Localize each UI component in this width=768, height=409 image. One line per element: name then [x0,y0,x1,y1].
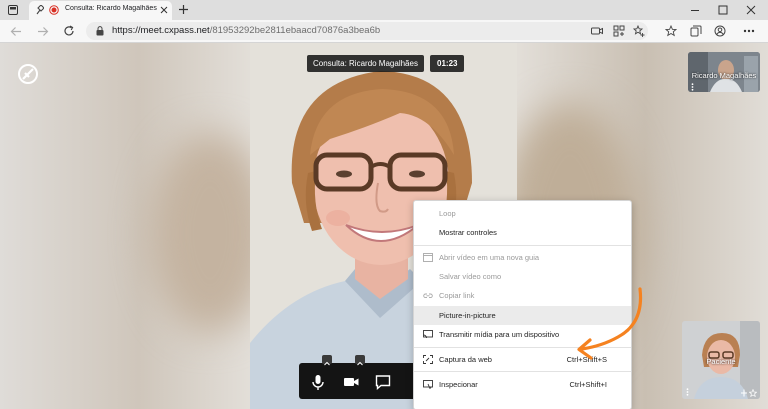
meeting-title: Consulta: Ricardo Magalhães [307,55,424,72]
recording-icon [49,5,59,15]
new-tab-icon [423,253,433,262]
tab-strip: Consulta: Ricardo Magalhães [0,0,768,20]
menu-item-shortcut: Ctrl+Shift+I [569,380,607,389]
menu-item-label: Inspecionar [439,380,478,389]
web-capture-icon [423,355,433,364]
back-icon[interactable] [10,26,22,37]
add-favorite-icon[interactable] [633,25,645,37]
mic-options-caret[interactable] [322,355,332,366]
forward-icon[interactable] [37,26,49,37]
self-view-menu-icon[interactable] [686,388,689,396]
tab-title: Consulta: Ricardo Magalhães [65,5,157,12]
app-logo-icon[interactable] [16,62,40,86]
inspect-icon [423,380,433,389]
collections-icon[interactable] [690,25,702,37]
active-tab[interactable]: Consulta: Ricardo Magalhães [29,1,172,20]
menu-item-label: Loop [439,209,456,218]
menu-item-label: Abrir vídeo em uma nova guia [439,253,540,262]
annotation-arrow-icon [577,287,643,360]
more-options-icon[interactable] [743,29,755,33]
camera-permission-icon[interactable] [591,25,603,37]
url-path: /81953292be2811ebaacd70876a3bea6b [209,25,381,36]
menu-item-label: Copiar link [439,291,475,300]
maximize-icon[interactable] [718,5,728,15]
refresh-icon[interactable] [63,25,75,37]
menu-separator [414,371,631,372]
participant-thumbnail-top[interactable]: Ricardo Magalhães [688,52,760,92]
pin-icon [36,5,44,15]
favorites-icon[interactable] [665,25,677,37]
pin-participant-icon[interactable] [740,389,748,397]
star-icon[interactable] [749,389,757,397]
camera-icon[interactable] [340,371,362,393]
menu-item-inspect[interactable]: Inspecionar Ctrl+Shift+I [414,375,631,394]
close-tab-icon[interactable] [160,6,168,14]
url-bar[interactable]: https://meet.cxpass.net/81953292be2811eb… [86,22,648,40]
menu-separator [414,245,631,246]
participant-name: Ricardo Magalhães [691,71,757,80]
menu-item-show-controls[interactable]: Mostrar controles [414,223,631,242]
url-host: https://meet.cxpass.net [112,25,210,36]
app-available-icon[interactable] [613,25,625,37]
link-icon [423,293,433,299]
menu-item-label: Picture-in-picture [439,311,496,320]
menu-item-label: Salvar vídeo como [439,272,502,281]
new-tab-icon[interactable] [178,4,189,15]
cast-icon [423,330,433,339]
lock-icon[interactable] [96,26,104,36]
camera-options-caret[interactable] [355,355,365,366]
minimize-icon[interactable] [690,5,700,15]
self-view-thumbnail[interactable]: Paciente [682,321,760,399]
self-view-name: Paciente [706,357,736,366]
meeting-stage: Consulta: Ricardo Magalhães 01:23 Ricard… [0,43,768,409]
browser-window: Consulta: Ricardo Magalhães https://meet… [0,0,768,409]
menu-item-label: Transmitir mídia para um dispositivo [439,330,560,339]
close-window-icon[interactable] [746,5,756,15]
tab-actions-icon[interactable] [8,5,18,15]
microphone-icon[interactable] [307,371,329,393]
chat-icon[interactable] [372,371,394,393]
chevron-up-icon [324,361,330,366]
menu-item-label: Captura da web [439,355,492,364]
menu-item-open-video-new-tab[interactable]: Abrir vídeo em uma nova guia [414,248,631,267]
menu-item-label: Mostrar controles [439,228,497,237]
menu-item-loop[interactable]: Loop [414,204,631,223]
chevron-up-icon [357,361,363,366]
thumbnail-menu-icon[interactable] [691,83,694,91]
profile-icon[interactable] [714,25,726,37]
meeting-timer: 01:23 [430,55,465,72]
address-toolbar: https://meet.cxpass.net/81953292be2811eb… [0,20,768,43]
url-text[interactable]: https://meet.cxpass.net/81953292be2811eb… [112,25,380,36]
